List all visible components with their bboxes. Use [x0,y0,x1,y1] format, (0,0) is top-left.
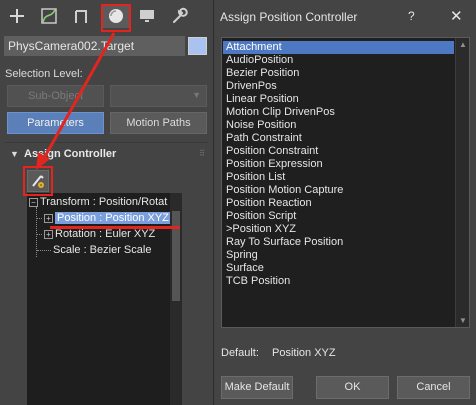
plus-icon [10,9,24,23]
controller-tree: − Transform : Position/Rotat + Position : … [27,193,182,405]
tree-node-label: Scale : Bezier Scale [53,244,152,256]
dialog-titlebar[interactable]: Assign Position Controller ? ✕ [214,0,476,33]
close-icon[interactable]: ✕ [450,7,463,25]
tab-modify[interactable] [36,4,62,28]
tree-node-scale[interactable]: Scale : Bezier Scale [37,242,151,258]
selection-level-label: Selection Level: [5,68,83,80]
object-color-swatch[interactable] [188,37,207,55]
tree-node-label: Position : Position XYZ [55,212,171,224]
tree-node-position[interactable]: + Position : Position XYZ [37,210,171,226]
dialog-title: Assign Position Controller [220,10,358,24]
chevron-down-icon: ▼ [192,90,201,100]
expand-icon[interactable]: + [44,229,53,239]
controller-list-item[interactable]: DrivenPos [223,80,454,93]
tab-utilities[interactable] [166,4,192,28]
controller-list-item[interactable]: Spring [223,249,454,262]
tree-connector [37,233,42,235]
controller-list-item[interactable]: Surface [223,262,454,275]
controller-list-item[interactable]: Noise Position [223,119,454,132]
assign-position-controller-dialog: Assign Position Controller ? ✕ Attachmen… [213,0,476,405]
tab-display[interactable] [134,4,160,28]
rollout-divider [4,142,208,143]
tree-scrollbar[interactable] [170,193,182,405]
tree-node-transform[interactable]: − Transform : Position/Rotat [29,194,167,210]
cancel-button[interactable]: Cancel [397,376,470,399]
tree-connector [37,217,42,219]
scroll-down-icon[interactable]: ▼ [459,316,467,325]
controller-list-item[interactable]: Path Constraint [223,132,454,145]
parameters-button[interactable]: Parameters [7,112,104,134]
controller-list-item[interactable]: Motion Clip DrivenPos [223,106,454,119]
tab-hierarchy[interactable] [68,4,94,28]
scroll-up-icon[interactable]: ▲ [459,40,467,49]
tree-scrollbar-thumb[interactable] [172,211,180,301]
controller-list-item[interactable]: Linear Position [223,93,454,106]
expand-icon[interactable]: + [44,213,53,223]
tree-node-label: Rotation : Euler XYZ [55,228,156,240]
tab-create[interactable] [4,4,30,28]
controller-list-item[interactable]: Position Script [223,210,454,223]
tree-connector [37,249,51,251]
collapse-icon[interactable]: − [29,197,38,207]
controller-list-scrollbar[interactable]: ▲ ▼ [455,38,469,327]
object-name-field[interactable]: PhysCamera002.Target [4,36,185,56]
assign-controller-rollout-header[interactable]: ▼ Assign Controller ⠿ [6,148,206,164]
controller-list-item[interactable]: Position Expression [223,158,454,171]
rollout-title: Assign Controller [24,148,117,160]
sub-object-dropdown[interactable]: ▼ [110,85,207,107]
annotation-highlight-assign-button [23,166,53,196]
modify-curve-icon [41,8,57,24]
annotation-underline-position [50,226,180,229]
display-monitor-icon [140,10,154,22]
controller-list-item[interactable]: Attachment [223,41,454,54]
ok-button[interactable]: OK [316,376,389,399]
controller-list[interactable]: Attachment AudioPosition Bezier Position Dr… [221,37,470,328]
controller-list-item[interactable]: >Position XYZ [223,223,454,236]
wrench-icon [173,7,188,23]
controller-list-item[interactable]: Position Reaction [223,197,454,210]
controller-list-item[interactable]: Position List [223,171,454,184]
help-icon[interactable]: ? [408,9,415,23]
hierarchy-icon [75,10,87,23]
sub-object-button[interactable]: Sub-Object [7,85,104,107]
command-panel: PhysCamera002.Target Selection Level: Su… [0,0,212,405]
controller-list-item[interactable]: Ray To Surface Position [223,236,454,249]
rollout-grip-icon[interactable]: ⠿ [199,149,205,158]
controller-list-item[interactable]: Position Constraint [223,145,454,158]
motion-paths-button[interactable]: Motion Paths [110,112,207,134]
annotation-highlight-motion-tab [101,4,131,32]
default-label: Default: [221,347,259,359]
tree-node-label: Transform : Position/Rotat [40,196,168,208]
controller-list-item[interactable]: Bezier Position [223,67,454,80]
controller-list-item[interactable]: Position Motion Capture [223,184,454,197]
rollout-collapse-icon[interactable]: ▼ [10,149,19,159]
controller-list-item[interactable]: TCB Position [223,275,454,288]
default-value: Position XYZ [272,347,336,359]
controller-list-item[interactable]: AudioPosition [223,54,454,67]
make-default-button[interactable]: Make Default [221,376,293,399]
